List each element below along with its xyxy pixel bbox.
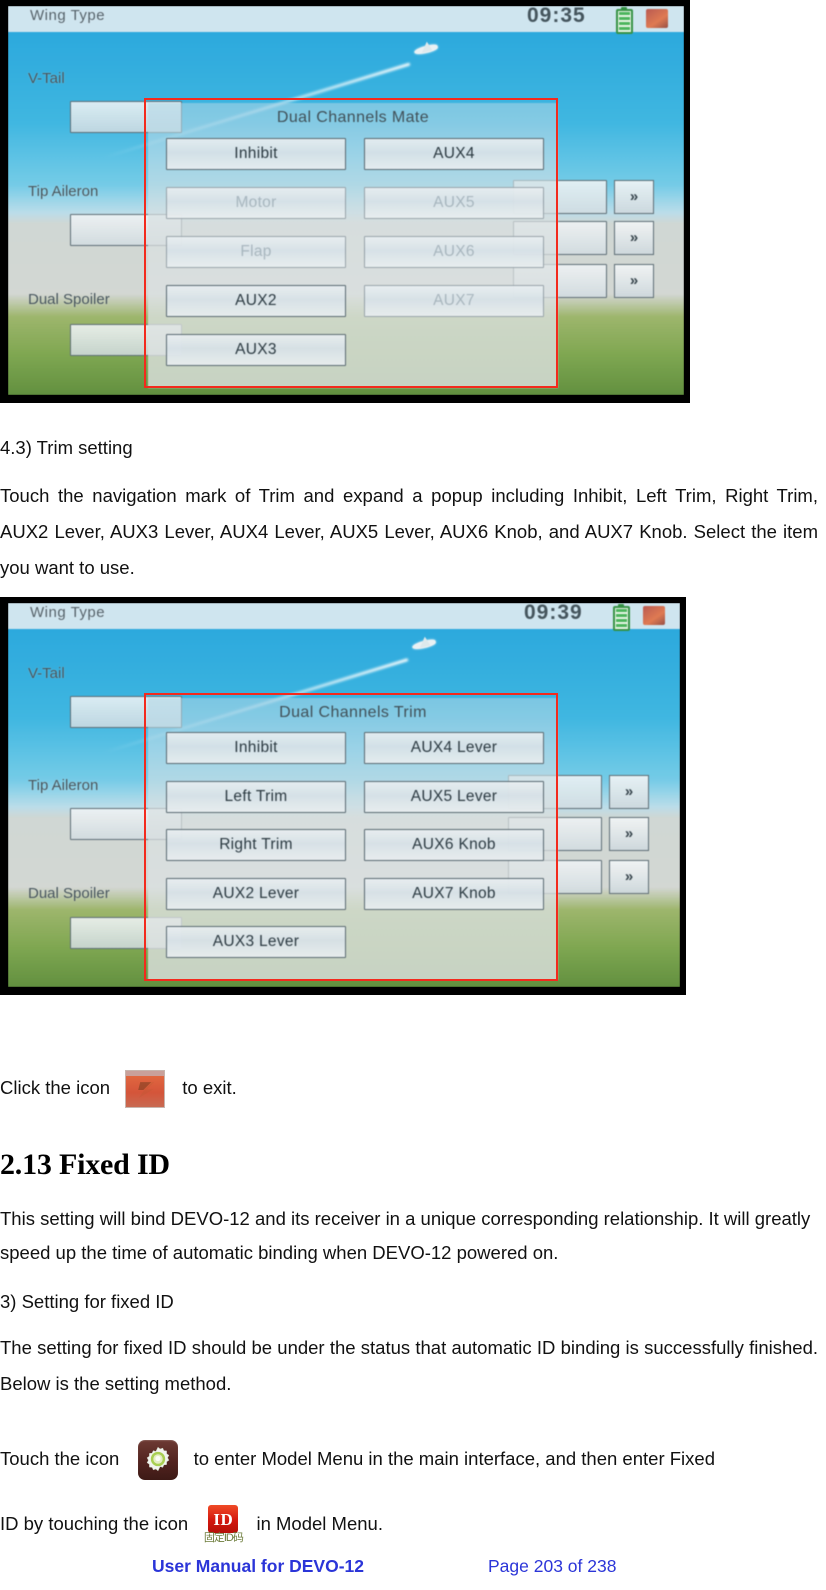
popup-option-flap[interactable]: Flap bbox=[166, 236, 346, 268]
popup-title: Dual Channels Trim bbox=[279, 704, 427, 721]
fixed-id-instruction-suffix: in Model Menu. bbox=[256, 1512, 383, 1534]
section-body-trim-setting: Touch the navigation mark of Trim and ex… bbox=[0, 485, 818, 578]
expand-arrow-1[interactable]: » bbox=[614, 180, 654, 214]
battery-icon bbox=[613, 604, 630, 631]
lcd-clock: 09:39 bbox=[524, 603, 583, 624]
footer-manual-title: User Manual for DEVO-12 bbox=[152, 1556, 364, 1576]
popup-option-inhibit[interactable]: Inhibit bbox=[166, 732, 346, 764]
row-label-dual-spoiler: Dual Spoiler bbox=[28, 291, 110, 308]
step-label-setting-for-fixed-id: 3) Setting for fixed ID bbox=[0, 1291, 174, 1312]
lcd-screen-title: Wing Type bbox=[30, 604, 106, 621]
popup-option-motor[interactable]: Motor bbox=[166, 187, 346, 219]
gear-glyph bbox=[147, 1446, 170, 1472]
row-label-v-tail: V-Tail bbox=[28, 665, 65, 682]
popup-option-aux2[interactable]: AUX2 bbox=[166, 285, 346, 317]
lcd-clock: 09:35 bbox=[527, 6, 586, 27]
popup-option-aux4[interactable]: AUX4 bbox=[364, 138, 544, 170]
popup-option-inhibit[interactable]: Inhibit bbox=[166, 138, 346, 170]
popup-option-aux7[interactable]: AUX7 bbox=[364, 285, 544, 317]
step-body-setting-for-fixed-id: The setting for fixed ID should be under… bbox=[0, 1337, 818, 1394]
page-title: 2.13 Fixed ID bbox=[0, 1148, 170, 1181]
popup-option-aux2-lever[interactable]: AUX2 Lever bbox=[166, 878, 346, 910]
exit-instruction-suffix: to exit. bbox=[182, 1077, 237, 1098]
page-footer: User Manual for DEVO-12 Page 203 of 238 bbox=[0, 1556, 826, 1582]
fixed-id-body: This setting will bind DEVO-12 and its r… bbox=[0, 1208, 811, 1263]
popup-option-right-trim[interactable]: Right Trim bbox=[166, 829, 346, 861]
model-type-icon bbox=[643, 606, 665, 625]
lcd-screen-title: Wing Type bbox=[30, 7, 106, 24]
row-label-tip-aileron: Tip Aileron bbox=[28, 777, 99, 794]
row-label-v-tail: V-Tail bbox=[28, 70, 65, 87]
footer-page-number: Page 203 of 238 bbox=[488, 1556, 617, 1576]
expand-arrow-3[interactable]: » bbox=[614, 264, 654, 298]
id-icon[interactable]: ID 固定ID码 bbox=[203, 1505, 244, 1545]
gear-icon[interactable] bbox=[138, 1440, 179, 1480]
battery-icon bbox=[616, 7, 633, 34]
screenshot-dual-channels-trim: Wing Type 09:39 V-Tail Tip Aileron Dual … bbox=[0, 597, 686, 995]
screenshot-dual-channels-mate: Wing Type 09:35 V-Tail Tip Aileron Dual … bbox=[0, 0, 690, 403]
section-heading-trim-setting: 4.3) Trim setting bbox=[0, 437, 133, 458]
expand-arrow-2[interactable]: » bbox=[614, 221, 654, 255]
touch-icon-line-2: ID by touching the icon ID 固定ID码 in Mode… bbox=[0, 1505, 826, 1545]
exit-instruction-prefix: Click the icon bbox=[0, 1077, 111, 1098]
popup-option-aux6-knob[interactable]: AUX6 Knob bbox=[364, 829, 544, 861]
row-label-dual-spoiler: Dual Spoiler bbox=[28, 885, 110, 902]
fixed-id-instruction-prefix: ID by touching the icon bbox=[0, 1512, 189, 1534]
popup-dual-channels-trim: Dual Channels Trim Inhibit Left Trim Rig… bbox=[148, 698, 558, 980]
popup-option-aux3-lever[interactable]: AUX3 Lever bbox=[166, 926, 346, 958]
touch-icon-line-1: Touch the icon to enter Model Menu in th… bbox=[0, 1440, 826, 1480]
touch-icon-prefix: Touch the icon bbox=[0, 1447, 120, 1469]
popup-dual-channels-mate: Dual Channels Mate Inhibit Motor Flap AU… bbox=[148, 103, 558, 388]
popup-option-aux3[interactable]: AUX3 bbox=[166, 334, 346, 366]
model-type-icon bbox=[646, 9, 668, 28]
popup-option-aux4-lever[interactable]: AUX4 Lever bbox=[364, 732, 544, 764]
popup-option-left-trim[interactable]: Left Trim bbox=[166, 781, 346, 813]
row-label-tip-aileron: Tip Aileron bbox=[28, 183, 99, 200]
exit-instruction-line: Click the icon to exit. bbox=[0, 1070, 500, 1109]
popup-title: Dual Channels Mate bbox=[276, 109, 430, 126]
popup-option-aux5-lever[interactable]: AUX5 Lever bbox=[364, 781, 544, 813]
id-icon-sublabel: 固定ID码 bbox=[203, 1532, 244, 1544]
expand-arrow-1[interactable]: » bbox=[609, 775, 649, 809]
exit-icon[interactable] bbox=[125, 1070, 166, 1109]
popup-option-aux6[interactable]: AUX6 bbox=[364, 236, 544, 268]
expand-arrow-2[interactable]: » bbox=[609, 817, 649, 851]
manual-page: Wing Type 09:35 V-Tail Tip Aileron Dual … bbox=[0, 0, 826, 1590]
touch-icon-suffix: to enter Model Menu in the main interfac… bbox=[193, 1447, 715, 1469]
popup-option-aux5[interactable]: AUX5 bbox=[364, 187, 544, 219]
popup-option-aux7-knob[interactable]: AUX7 Knob bbox=[364, 878, 544, 910]
expand-arrow-3[interactable]: » bbox=[609, 860, 649, 894]
id-icon-label: ID bbox=[208, 1505, 239, 1533]
